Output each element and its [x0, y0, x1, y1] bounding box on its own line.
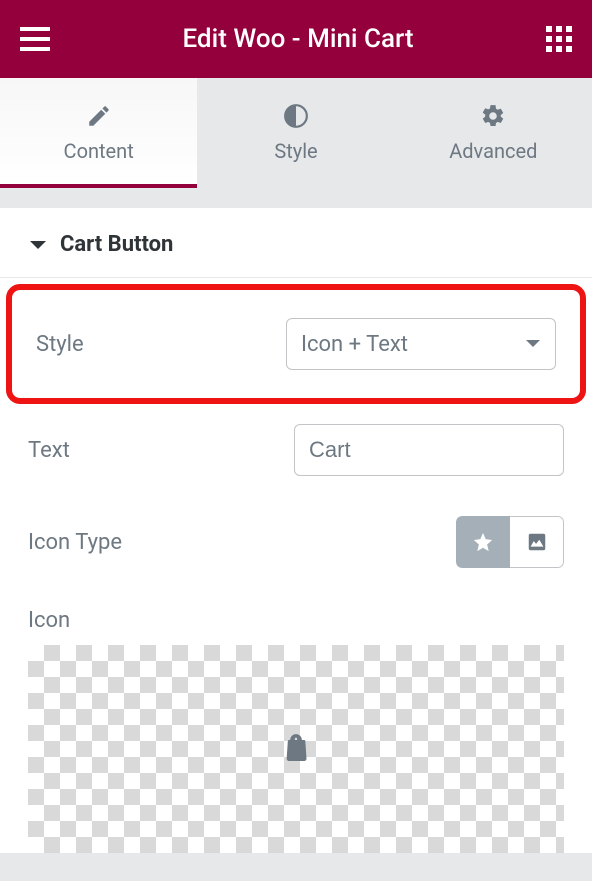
style-select[interactable]: Icon + Text [286, 318, 556, 370]
pencil-icon [86, 103, 112, 129]
style-label: Style [36, 332, 286, 357]
icon-type-star[interactable] [456, 516, 510, 568]
text-control-row: Text [0, 404, 592, 496]
panel-tabs: Content Style Advanced [0, 78, 592, 188]
icon-type-label: Icon Type [28, 530, 456, 555]
icon-type-row: Icon Type [0, 496, 592, 588]
text-label: Text [28, 438, 294, 463]
tab-label: Content [64, 139, 134, 163]
highlighted-style-control: Style Icon + Text [6, 284, 586, 404]
gear-icon [480, 103, 506, 129]
menu-icon[interactable] [20, 27, 50, 51]
panel-title: Edit Woo - Mini Cart [50, 24, 546, 54]
panel-header: Edit Woo - Mini Cart [0, 0, 592, 78]
style-select-value: Icon + Text [301, 332, 408, 357]
shopping-bag-icon [282, 733, 310, 765]
apps-icon[interactable] [546, 26, 572, 52]
tab-label: Style [274, 139, 317, 163]
tab-content[interactable]: Content [0, 78, 197, 188]
tab-advanced[interactable]: Advanced [395, 78, 592, 188]
chevron-down-icon [30, 239, 46, 251]
icon-type-image[interactable] [510, 516, 564, 568]
section-cart-button[interactable]: Cart Button [0, 208, 592, 278]
icon-preview[interactable] [28, 645, 564, 853]
icon-label: Icon [28, 608, 564, 633]
tab-style[interactable]: Style [197, 78, 394, 188]
icon-type-toggle [456, 516, 564, 568]
section-title: Cart Button [60, 232, 173, 257]
icon-row: Icon [0, 588, 592, 633]
caret-down-icon [525, 338, 541, 350]
tab-label: Advanced [449, 139, 537, 163]
half-circle-icon [283, 103, 309, 129]
text-input[interactable] [294, 424, 564, 476]
